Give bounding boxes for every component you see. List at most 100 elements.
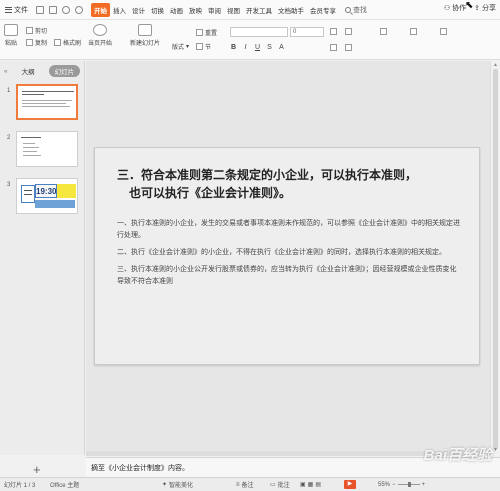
redo-icon[interactable] xyxy=(75,5,83,14)
search-label: 查找 xyxy=(353,6,367,14)
slide-title[interactable]: 三．符合本准则第二条规定的小企业，可以执行本准则， 也可以执行《企业会计准则》。 xyxy=(117,166,462,202)
reset-button[interactable]: 重置 xyxy=(196,28,217,37)
slide-paragraph: 三、执行本准则的小企业公开发行股票或债券的，应当转为执行《企业会计准则》；因经营… xyxy=(117,266,457,285)
tab-developer[interactable]: 开发工具 xyxy=(243,3,275,17)
slide-number: 1 xyxy=(7,88,11,94)
cut-button[interactable]: 剪切 xyxy=(26,26,47,35)
scrollbar-thumb[interactable] xyxy=(493,69,498,449)
strikethrough-icon[interactable]: S xyxy=(266,44,273,51)
tab-view[interactable]: 视图 xyxy=(224,3,243,17)
new-slide-label: 新建幻灯片 xyxy=(130,41,161,47)
tab-slideshow[interactable]: 放映 xyxy=(186,3,205,17)
file-menu-label: 文件 xyxy=(14,6,28,14)
sorter-view-icon[interactable]: ▦ xyxy=(308,481,314,488)
slide-canvas: 三．符合本准则第二条规定的小企业，可以执行本准则， 也可以执行《企业会计准则》。… xyxy=(86,61,490,455)
scissors-icon xyxy=(26,27,33,34)
slide-counter: 幻灯片 1 / 3 xyxy=(4,483,36,489)
tab-animation[interactable]: 动画 xyxy=(167,3,186,17)
undo-icon[interactable] xyxy=(62,5,70,14)
magic-icon: ✦ xyxy=(162,482,168,488)
font-size-select[interactable]: 0 xyxy=(290,27,324,37)
shapes-button[interactable] xyxy=(410,28,417,35)
slide-title-line2: 也可以执行《企业会计准则》。 xyxy=(129,186,292,200)
paste-button[interactable]: 粘贴 xyxy=(4,24,18,47)
play-icon: ▶ xyxy=(344,480,356,489)
collab-button[interactable]: ⚇ 协作 xyxy=(444,3,466,13)
tab-insert[interactable]: 插入 xyxy=(110,3,129,17)
slideshow-button[interactable]: ▶ xyxy=(344,480,356,489)
status-bar: 幻灯片 1 / 3 Office 主题 ✦ 智能美化 ≡ 备注 ▭ 批注 ▣ ▦… xyxy=(0,477,500,491)
vertical-scrollbar[interactable]: ▲ ▼ xyxy=(490,61,500,455)
share-icon: ⇪ xyxy=(474,5,480,12)
slide-paragraph: 一、执行本准则的小企业，发生的交易或者事项本准则未作规范的，可以参照《企业会计准… xyxy=(117,220,460,239)
zoom-slider-knob[interactable] xyxy=(407,482,411,487)
add-slide-button[interactable]: + xyxy=(33,462,41,477)
thumb-blue-banner xyxy=(35,200,75,208)
tab-slides[interactable]: 幻灯片 xyxy=(48,65,81,77)
italic-icon[interactable]: I xyxy=(242,44,249,51)
save-icon[interactable] xyxy=(36,5,44,14)
collapse-icon[interactable]: « xyxy=(4,68,8,75)
slide-thumbnail-1[interactable] xyxy=(16,84,78,120)
align-left-button[interactable] xyxy=(330,44,337,51)
tab-review[interactable]: 审阅 xyxy=(205,3,224,17)
tab-design[interactable]: 设计 xyxy=(129,3,148,17)
slide-number: 2 xyxy=(7,135,11,141)
format-painter-button[interactable]: 格式刷 xyxy=(54,38,81,47)
paste-label: 粘贴 xyxy=(4,41,17,47)
format-row: B I U S A xyxy=(230,44,285,51)
underline-icon[interactable]: U xyxy=(254,44,261,51)
normal-view-icon[interactable]: ▣ xyxy=(300,481,306,488)
copy-button[interactable]: 复制 xyxy=(26,38,47,47)
section-button[interactable]: 节 xyxy=(196,42,211,51)
thumb-text-line xyxy=(22,103,66,104)
arrange-button[interactable] xyxy=(440,28,447,35)
font-name-select[interactable] xyxy=(230,27,288,37)
thumb-text-line xyxy=(22,94,44,95)
scroll-up-icon[interactable]: ▲ xyxy=(493,62,498,68)
thumb-text-line xyxy=(21,137,41,138)
zoom-in-button[interactable]: + xyxy=(422,482,426,488)
new-slide-icon xyxy=(138,24,152,36)
bullets-button[interactable] xyxy=(330,28,337,35)
tab-member[interactable]: 会员专享 xyxy=(307,3,339,17)
numbering-button[interactable] xyxy=(345,28,352,35)
slide-body[interactable]: 一、执行本准则的小企业，发生的交易或者事项本准则未作规范的，可以参照《企业会计准… xyxy=(117,218,462,293)
from-current-button[interactable]: 当页开始 xyxy=(88,24,112,47)
layout-label: 版式 xyxy=(172,45,185,51)
slide-thumbnail-2[interactable] xyxy=(16,131,78,167)
align-center-button[interactable] xyxy=(345,44,352,51)
font-color-icon[interactable]: A xyxy=(278,44,285,51)
slide-number: 3 xyxy=(7,182,11,188)
current-slide[interactable]: 三．符合本准则第二条规定的小企业，可以执行本准则， 也可以执行《企业会计准则》。… xyxy=(94,147,480,365)
layout-button[interactable]: 版式 ▾ xyxy=(172,42,189,51)
comments-label: 批注 xyxy=(277,483,290,489)
print-icon[interactable] xyxy=(49,5,57,14)
zoom-out-button[interactable]: − xyxy=(392,482,396,488)
slide-thumbnail-3[interactable]: 19:30 xyxy=(16,178,78,214)
section-label: 节 xyxy=(205,45,212,51)
comments-button[interactable]: ▭ 批注 xyxy=(270,480,290,489)
zoom-percent: 55% xyxy=(378,481,391,488)
paste-icon xyxy=(4,24,18,36)
share-button[interactable]: ⇪ 分享 xyxy=(474,3,496,13)
file-menu-button[interactable]: 文件 xyxy=(1,2,32,18)
tab-home[interactable]: 开始 xyxy=(91,2,110,17)
notes-text: 摘至《小企业会计制度》内容。 xyxy=(91,465,189,472)
reading-view-icon[interactable]: ▤ xyxy=(315,481,321,488)
tab-outline[interactable]: 大纲 xyxy=(16,65,41,77)
arrange-icon xyxy=(440,28,447,35)
new-slide-button[interactable]: 新建幻灯片 xyxy=(130,24,160,47)
thumb-yellow-block xyxy=(57,184,76,198)
font-size-value: 0 xyxy=(293,29,297,35)
search-box[interactable]: 查找 xyxy=(345,5,367,15)
textbox-button[interactable] xyxy=(380,28,387,35)
tab-transition[interactable]: 切换 xyxy=(148,3,167,17)
notes-toggle-button[interactable]: ≡ 备注 xyxy=(236,480,254,490)
tab-doc-assistant[interactable]: 文档助手 xyxy=(275,3,307,17)
bold-icon[interactable]: B xyxy=(230,44,237,51)
zoom-slider[interactable] xyxy=(397,482,420,487)
smart-beautify-button[interactable]: ✦ 智能美化 xyxy=(162,480,193,489)
view-buttons: ▣ ▦ ▤ xyxy=(300,481,321,488)
scroll-down-icon[interactable]: ▼ xyxy=(493,447,498,453)
